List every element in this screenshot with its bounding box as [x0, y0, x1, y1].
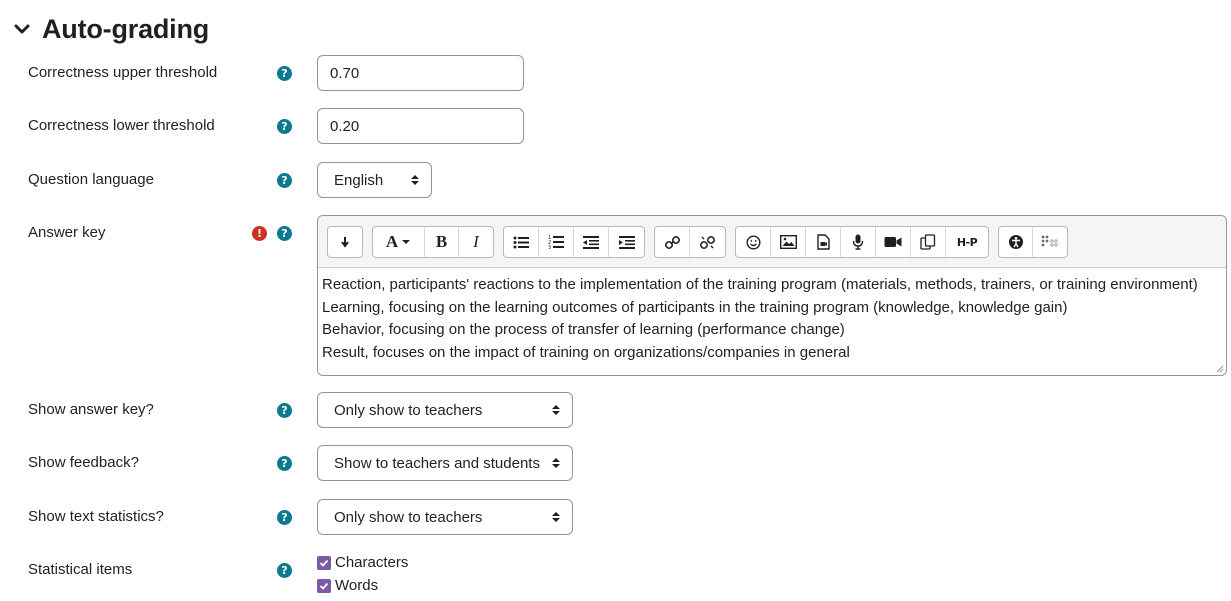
section-title: Auto-grading: [42, 13, 210, 44]
upper-threshold-label: Correctness upper threshold: [28, 64, 218, 81]
outdent-icon[interactable]: [574, 227, 609, 257]
italic-icon[interactable]: I: [459, 227, 493, 257]
video-record-icon[interactable]: [876, 227, 911, 257]
help-icon[interactable]: ?: [277, 173, 292, 188]
font-color-icon[interactable]: A: [373, 227, 425, 257]
show-text-statistics-label: Show text statistics?: [28, 508, 164, 525]
answer-key-line: Behavior, focusing on the process of tra…: [322, 321, 845, 338]
unordered-list-icon[interactable]: [504, 227, 539, 257]
statistical-items-label: Statistical items: [28, 561, 133, 578]
question-language-value: English: [334, 171, 384, 189]
show-answer-key-select[interactable]: Only show to teachers: [317, 392, 573, 428]
help-icon[interactable]: ?: [277, 66, 292, 81]
show-answer-key-value: Only show to teachers: [334, 401, 483, 419]
lower-threshold-label: Correctness lower threshold: [28, 117, 215, 134]
show-text-statistics-select[interactable]: Only show to teachers: [317, 499, 573, 535]
required-icon: !: [252, 226, 267, 241]
audio-record-icon[interactable]: [841, 227, 876, 257]
help-icon[interactable]: ?: [277, 226, 292, 241]
lower-threshold-input[interactable]: 0.20: [317, 108, 524, 144]
emoji-icon[interactable]: [736, 227, 771, 257]
auto-grading-header[interactable]: Auto-grading: [12, 12, 209, 46]
select-caret-icon: [552, 457, 560, 469]
show-text-statistics-value: Only show to teachers: [334, 508, 483, 526]
help-icon[interactable]: ?: [277, 510, 292, 525]
select-caret-icon: [552, 404, 560, 416]
show-feedback-select[interactable]: Show to teachers and students: [317, 445, 573, 481]
upper-threshold-input[interactable]: 0.70: [317, 55, 524, 91]
bold-icon[interactable]: B: [425, 227, 459, 257]
show-answer-key-label: Show answer key?: [28, 401, 154, 418]
h5p-icon[interactable]: H-P: [946, 227, 988, 257]
collapse-icon[interactable]: [328, 227, 362, 257]
question-language-label: Question language: [28, 171, 154, 188]
manage-files-icon[interactable]: [911, 227, 946, 257]
answer-key-line: Result, focuses on the impact of trainin…: [322, 343, 850, 361]
unlink-icon[interactable]: [690, 227, 725, 257]
characters-checkbox-row[interactable]: Characters: [317, 554, 408, 571]
question-language-select[interactable]: English: [317, 162, 432, 198]
words-label: Words: [335, 577, 379, 594]
chevron-down-icon[interactable]: [12, 19, 32, 39]
help-icon[interactable]: ?: [277, 119, 292, 134]
characters-checkbox[interactable]: [317, 555, 331, 570]
answer-key-editor[interactable]: A B I 123 H-P Reaction, participants' re…: [317, 215, 1227, 376]
words-checkbox[interactable]: [317, 578, 331, 593]
image-icon[interactable]: [771, 227, 806, 257]
answer-key-label: Answer key: [28, 224, 106, 241]
resize-handle-icon[interactable]: [1214, 363, 1224, 373]
help-icon[interactable]: ?: [277, 456, 292, 471]
characters-label: Characters: [335, 554, 409, 571]
answer-key-line: Reaction, participants' reactions to the…: [322, 276, 1198, 293]
link-icon[interactable]: [655, 227, 690, 257]
accessibility-checker-icon[interactable]: [999, 227, 1033, 257]
select-caret-icon: [552, 511, 560, 523]
help-icon[interactable]: ?: [277, 403, 292, 418]
screenreader-helper-icon[interactable]: [1033, 227, 1067, 257]
answer-key-line: Learning, focusing on the learning outco…: [322, 298, 1068, 316]
select-caret-icon: [411, 174, 419, 186]
editor-toolbar: A B I 123 H-P: [318, 216, 1226, 268]
show-feedback-label: Show feedback?: [28, 454, 139, 471]
help-icon[interactable]: ?: [277, 563, 292, 578]
ordered-list-icon[interactable]: 123: [539, 227, 574, 257]
indent-icon[interactable]: [609, 227, 644, 257]
answer-key-content[interactable]: Reaction, participants' reactions to the…: [318, 268, 1226, 370]
words-checkbox-row[interactable]: Words: [317, 577, 378, 594]
svg-text:3: 3: [548, 245, 551, 249]
media-icon[interactable]: [806, 227, 841, 257]
show-feedback-value: Show to teachers and students: [334, 454, 540, 472]
